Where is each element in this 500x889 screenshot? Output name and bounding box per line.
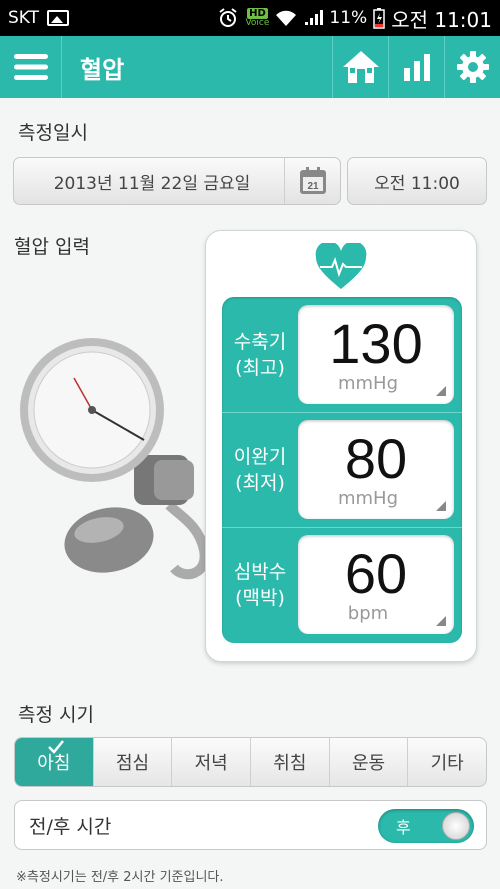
timing-tabs: 아침 점심 저녁 취침 운동 기타	[14, 737, 487, 787]
tab-morning[interactable]: 아침	[15, 738, 93, 786]
diastolic-input[interactable]: 80 mmHg	[298, 420, 454, 519]
systolic-unit: mmHg	[337, 373, 399, 394]
systolic-row: 수축기 (최고) 130 mmHg	[222, 297, 462, 412]
time-picker-button[interactable]: 오전 11:00	[347, 157, 487, 205]
hamburger-menu-icon	[13, 54, 48, 80]
toggle-knob	[442, 812, 470, 840]
tab-exercise[interactable]: 운동	[328, 738, 408, 786]
carrier-label: SKT	[8, 8, 40, 28]
before-after-row: 전/후 시간 후	[14, 800, 487, 850]
battery-percent: 11%	[329, 8, 368, 28]
checkmark-icon	[48, 740, 64, 754]
status-bar: SKT HD Voice 11% 오전 11:01	[0, 0, 500, 36]
diastolic-value: 80	[344, 427, 408, 490]
systolic-label: 수축기 (최고)	[233, 330, 287, 379]
status-time: 오전 11:01	[391, 7, 492, 32]
datetime-label: 측정일시	[18, 122, 88, 144]
bp-values-panel: 수축기 (최고) 130 mmHg 이완기 (최저) 80 mmHg 심박수 (맥박)…	[222, 297, 462, 643]
menu-button[interactable]	[0, 36, 62, 98]
toggle-value: 후	[396, 818, 411, 837]
pulse-label: 심박수 (맥박)	[233, 560, 287, 609]
svg-text:21: 21	[307, 181, 319, 192]
alarm-icon	[219, 8, 238, 27]
dropdown-corner-icon	[436, 386, 446, 396]
timing-note: ※측정시기는 전/후 2시간 기준입니다.	[16, 870, 224, 885]
before-after-toggle[interactable]: 후	[378, 809, 474, 843]
tab-evening[interactable]: 저녁	[171, 738, 250, 786]
bp-input-label: 혈압 입력	[14, 236, 90, 258]
diastolic-row: 이완기 (최저) 80 mmHg	[222, 412, 462, 527]
dropdown-corner-icon	[436, 501, 446, 511]
wifi-icon	[276, 10, 297, 26]
page-title: 혈압	[80, 55, 125, 84]
app-bar: 혈압	[0, 36, 500, 98]
tab-bedtime[interactable]: 취침	[250, 738, 329, 786]
battery-charging-icon	[373, 8, 385, 29]
diastolic-unit: mmHg	[337, 488, 399, 509]
home-button[interactable]	[332, 36, 388, 98]
blood-pressure-gauge-illustration	[20, 338, 210, 580]
systolic-value: 130	[329, 312, 423, 375]
diastolic-label: 이완기 (최저)	[233, 445, 287, 494]
gallery-notification-icon	[47, 10, 70, 26]
dropdown-corner-icon	[436, 616, 446, 626]
timing-label: 측정 시기	[18, 704, 94, 726]
pulse-row: 심박수 (맥박) 60 bpm	[222, 527, 462, 642]
gear-icon	[456, 51, 489, 83]
chart-button[interactable]	[388, 36, 444, 98]
settings-button[interactable]	[444, 36, 500, 98]
tab-lunch[interactable]: 점심	[92, 738, 172, 786]
calendar-icon: 21	[284, 158, 340, 204]
signal-icon	[305, 10, 324, 25]
systolic-input[interactable]: 130 mmHg	[298, 305, 454, 404]
heart-pulse-icon	[315, 243, 367, 289]
date-picker-button[interactable]: 2013년 11월 22일 금요일 21	[13, 157, 341, 205]
time-value: 오전 11:00	[374, 173, 460, 194]
pulse-input[interactable]: 60 bpm	[298, 535, 454, 634]
home-icon	[342, 51, 379, 83]
bar-chart-icon	[403, 54, 430, 81]
hd-voice-icon: HD Voice	[245, 8, 270, 28]
tab-other[interactable]: 기타	[407, 738, 486, 786]
pulse-value: 60	[344, 542, 408, 605]
before-after-label: 전/후 시간	[29, 815, 112, 838]
pulse-unit: bpm	[347, 603, 389, 624]
